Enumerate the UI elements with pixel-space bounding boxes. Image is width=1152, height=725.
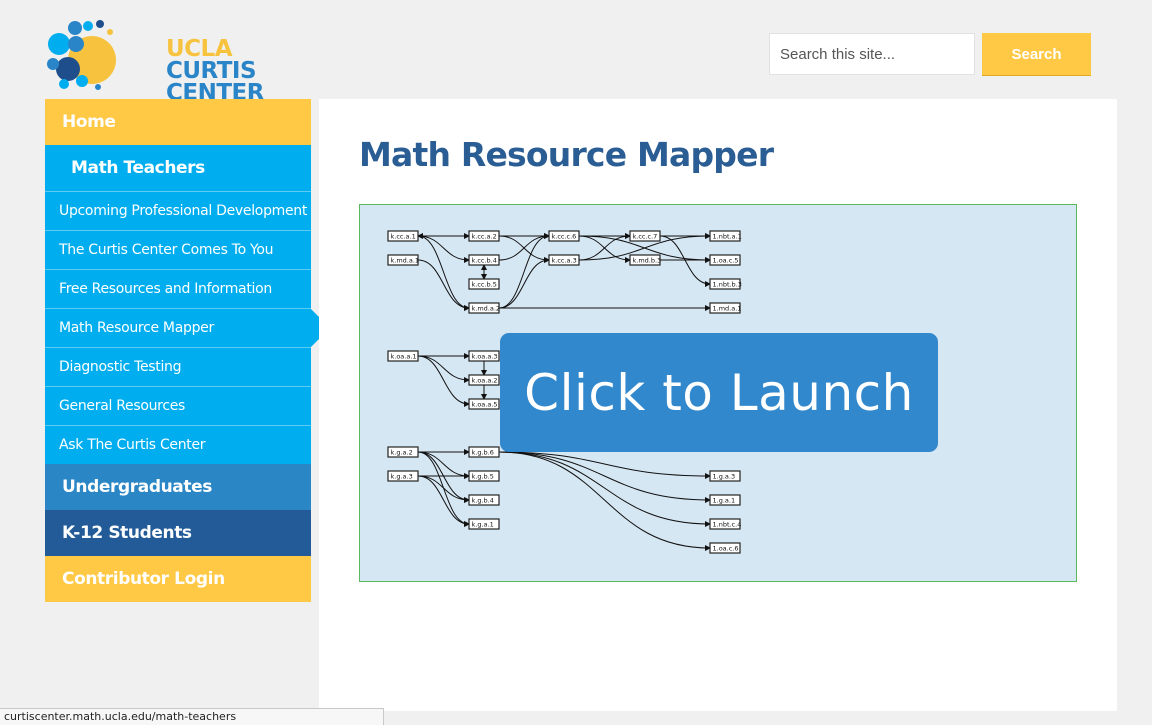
- graph-node-label: k.md.b.3: [633, 257, 662, 265]
- graph-node-label: k.cc.b.4: [472, 257, 497, 265]
- graph-node-label: 1.nbt.b.3: [713, 281, 742, 289]
- nav-math-teachers[interactable]: Math Teachers: [45, 145, 311, 191]
- page-title: Math Resource Mapper: [359, 135, 774, 174]
- graph-node-label: k.g.b.4: [472, 497, 494, 505]
- graph-edge: [498, 451, 711, 503]
- graph-node-label: 1.md.a.1: [713, 305, 742, 313]
- graph-node-label: k.oa.a.1: [391, 353, 417, 361]
- logo-circles-icon: [47, 20, 116, 90]
- logo-line-curtis: CURTIS: [166, 58, 257, 84]
- graph-node-label: 1.oa.c.5: [713, 257, 739, 265]
- graph-node: k.g.b.5: [468, 470, 500, 482]
- graph-node: k.cc.c.6: [548, 230, 580, 242]
- graph-node-label: k.oa.a.2: [472, 377, 498, 385]
- graph-node-label: k.md.a.1: [391, 257, 420, 265]
- graph-node-label: k.cc.b.5: [472, 281, 497, 289]
- graph-node: k.g.b.6: [468, 446, 500, 458]
- graph-node: 1.nbt.c.4: [709, 518, 742, 530]
- graph-edge: [498, 233, 550, 309]
- main-content: Math Resource Mapper k.cc.a.1 k.md.a.1 k.c…: [319, 99, 1117, 711]
- graph-node: 1.oa.c.5: [709, 254, 741, 266]
- graph-node-label: 1.nbt.c.4: [713, 521, 742, 529]
- graph-node: 1.g.a.3: [709, 470, 741, 482]
- graph-edge: [498, 233, 550, 261]
- graph-node: 1.g.a.1: [709, 494, 741, 506]
- graph-node-label: k.cc.a.1: [391, 233, 416, 241]
- graph-edge: [498, 451, 711, 551]
- browser-status-bar: curtiscenter.math.ucla.edu/math-teachers: [0, 708, 384, 725]
- graph-node: k.oa.a.2: [468, 374, 500, 386]
- graph-edge: [417, 355, 470, 407]
- graph-node-label: k.g.a.1: [472, 521, 494, 529]
- graph-edge: [417, 235, 470, 263]
- graph-node-label: k.g.a.3: [391, 473, 413, 481]
- nav-upcoming-professional-development[interactable]: Upcoming Professional Development: [45, 191, 311, 230]
- nav-curtis-center-comes-to-you[interactable]: The Curtis Center Comes To You: [45, 230, 311, 269]
- nav-math-resource-mapper-active[interactable]: Math Resource Mapper: [45, 308, 330, 347]
- graph-node-label: k.oa.a.3: [472, 353, 498, 361]
- graph-node: k.md.a.2: [468, 302, 501, 314]
- nav-math-resource-mapper-label: Math Resource Mapper: [59, 320, 214, 336]
- graph-node-label: 1.g.a.3: [713, 473, 736, 481]
- logo-line-ucla: UCLA: [166, 36, 233, 62]
- graph-node: k.cc.a.3: [548, 254, 580, 266]
- graph-node: k.cc.b.5: [468, 278, 500, 290]
- nav-undergraduates[interactable]: Undergraduates: [45, 464, 311, 510]
- graph-edge: [578, 233, 631, 261]
- graph-edge: [417, 451, 470, 479]
- graph-node: k.g.b.4: [468, 494, 500, 506]
- graph-node: 1.nbt.b.3: [709, 278, 742, 290]
- graph-node: 1.nbt.a.1: [709, 230, 742, 242]
- graph-edge: [498, 451, 711, 527]
- click-to-launch-button[interactable]: Click to Launch: [500, 333, 938, 452]
- nav-k12-students[interactable]: K-12 Students: [45, 510, 311, 556]
- graph-node-label: k.cc.c.7: [633, 233, 658, 241]
- search-input[interactable]: [769, 33, 975, 75]
- nav-free-resources[interactable]: Free Resources and Information: [45, 269, 311, 308]
- graph-node: 1.oa.c.6: [709, 542, 741, 554]
- graph-node: k.oa.a.5: [468, 398, 500, 410]
- graph-node: k.cc.a.1: [387, 230, 419, 242]
- graph-node: k.cc.c.7: [629, 230, 661, 242]
- graph-node-label: k.cc.a.2: [472, 233, 497, 241]
- graph-node-label: k.cc.a.3: [552, 257, 577, 265]
- graph-node: k.oa.a.1: [387, 350, 419, 362]
- graph-edge: [417, 235, 470, 311]
- graph-node-label: k.md.a.2: [472, 305, 501, 313]
- ucla-curtis-center-logo[interactable]: UCLA CURTIS CENTER: [46, 18, 264, 105]
- nav-home[interactable]: Home: [45, 99, 311, 145]
- graph-node: k.cc.b.4: [468, 254, 500, 266]
- graph-edge: [417, 355, 470, 383]
- nav-diagnostic-testing[interactable]: Diagnostic Testing: [45, 347, 311, 386]
- graph-node-label: k.g.b.6: [472, 449, 494, 457]
- nav-general-resources[interactable]: General Resources: [45, 386, 311, 425]
- graph-node-label: k.g.a.2: [391, 449, 413, 457]
- graph-node-label: 1.g.a.1: [713, 497, 736, 505]
- graph-edge: [417, 259, 470, 311]
- sidebar-nav: Home Math Teachers Upcoming Professional…: [45, 99, 330, 602]
- graph-node-label: 1.oa.c.6: [713, 545, 739, 553]
- graph-node-label: k.cc.c.6: [552, 233, 577, 241]
- logo-text: UCLA CURTIS CENTER: [166, 36, 264, 105]
- graph-node: k.md.a.1: [387, 254, 420, 266]
- graph-edge: [417, 475, 470, 503]
- graph-node: 1.md.a.1: [709, 302, 742, 314]
- graph-node: k.g.a.3: [387, 470, 419, 482]
- graph-edge: [417, 475, 470, 527]
- graph-node-label: k.oa.a.5: [472, 401, 498, 409]
- graph-node: k.oa.a.3: [468, 350, 500, 362]
- graph-node: k.g.a.2: [387, 446, 419, 458]
- nav-ask-the-curtis-center[interactable]: Ask The Curtis Center: [45, 425, 311, 464]
- graph-node-label: k.g.b.5: [472, 473, 494, 481]
- graph-edge: [498, 257, 550, 309]
- resource-mapper-preview[interactable]: k.cc.a.1 k.md.a.1 k.cc.a.2 k.cc.b.4 k.cc.b.5…: [359, 204, 1077, 582]
- graph-node-label: 1.nbt.a.1: [713, 233, 742, 241]
- graph-node: k.cc.a.2: [468, 230, 500, 242]
- nav-contributor-login[interactable]: Contributor Login: [45, 556, 311, 602]
- graph-node: k.md.b.3: [629, 254, 662, 266]
- graph-node: k.g.a.1: [468, 518, 500, 530]
- search-button[interactable]: Search: [982, 33, 1091, 75]
